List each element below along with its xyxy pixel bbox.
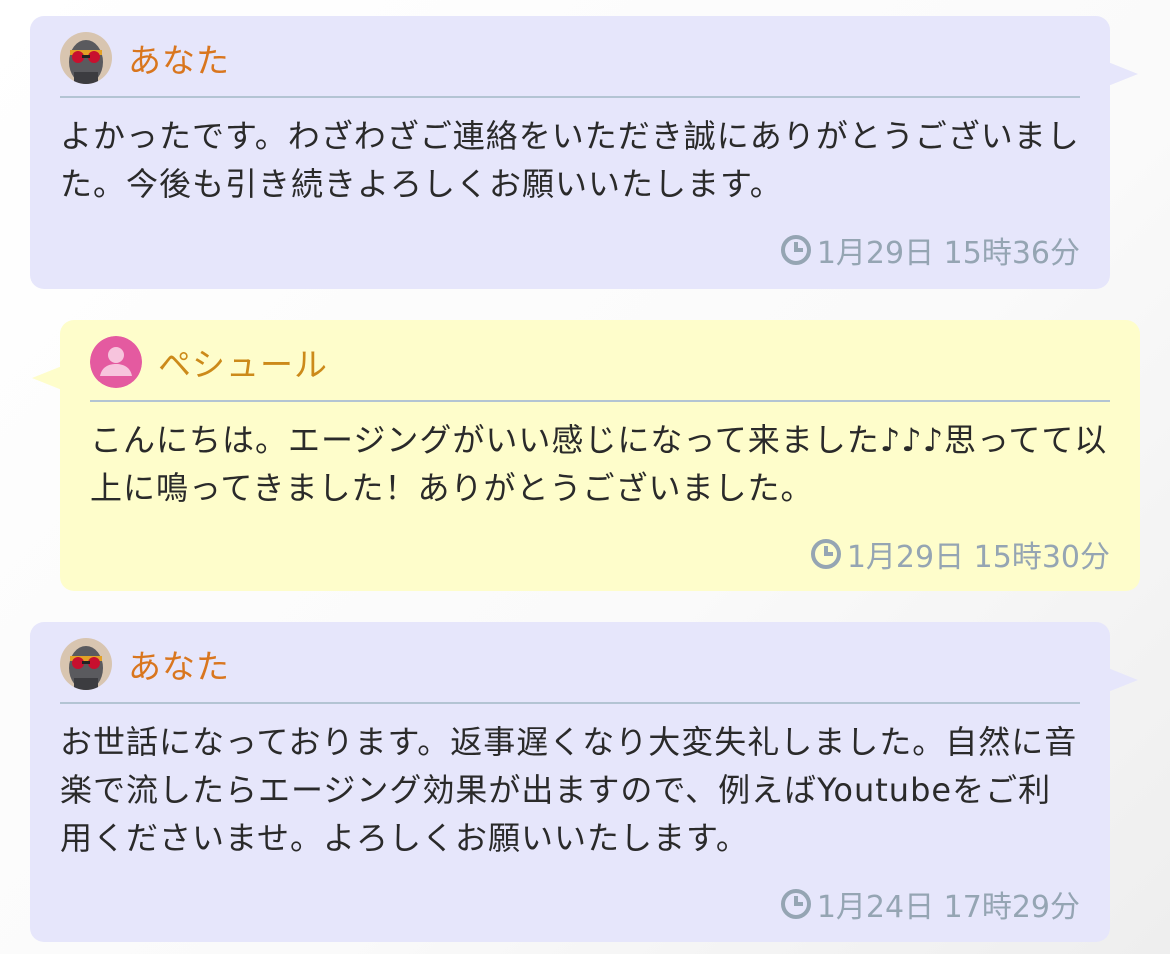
message-header: あなた — [60, 30, 1080, 98]
sunglasses-avatar-icon[interactable] — [60, 638, 112, 690]
clock-icon — [780, 235, 811, 265]
message-bubble-theirs: ペシュール こんにちは。エージングがいい感じになって来ました♪♪♪思ってて以上に… — [32, 320, 1140, 591]
message-header: ペシュール — [90, 334, 1110, 402]
message-bubble-mine: あなた よかったです。わざわざご連絡をいただき誠にありがとうございました。今後も… — [30, 16, 1138, 289]
timestamp-text: 1月29日 15時36分 — [816, 236, 1080, 271]
message-text: お世話になっております。返事遅くなり大変失礼しました。自然に音楽で流したらエージ… — [60, 723, 1078, 857]
message-text: こんにちは。エージングがいい感じになって来ました♪♪♪思ってて以上に鳴ってきまし… — [90, 421, 1108, 507]
bubble-tail — [32, 366, 62, 390]
bubble-tail — [1108, 668, 1138, 692]
clock-icon — [780, 889, 811, 919]
sender-name: あなた — [128, 647, 230, 686]
message-timestamp: 1月29日 15時30分 — [90, 532, 1110, 576]
timestamp-text: 1月29日 15時30分 — [846, 540, 1110, 575]
clock-icon — [810, 539, 841, 569]
message-timestamp: 1月29日 15時36分 — [60, 228, 1080, 272]
message-header: あなた — [60, 636, 1080, 704]
timestamp-text: 1月24日 17時29分 — [816, 890, 1080, 925]
sunglasses-avatar-icon[interactable] — [60, 32, 112, 84]
sender-name: ペシュール — [158, 345, 328, 384]
message-bubble-mine: あなた お世話になっております。返事遅くなり大変失礼しました。自然に音楽で流した… — [30, 622, 1138, 942]
user-silhouette-icon[interactable] — [90, 336, 142, 388]
message-text: よかったです。わざわざご連絡をいただき誠にありがとうございました。今後も引き続き… — [60, 117, 1080, 203]
message-timestamp: 1月24日 17時29分 — [60, 882, 1080, 926]
bubble-tail — [1108, 62, 1138, 86]
sender-name: あなた — [128, 41, 230, 80]
